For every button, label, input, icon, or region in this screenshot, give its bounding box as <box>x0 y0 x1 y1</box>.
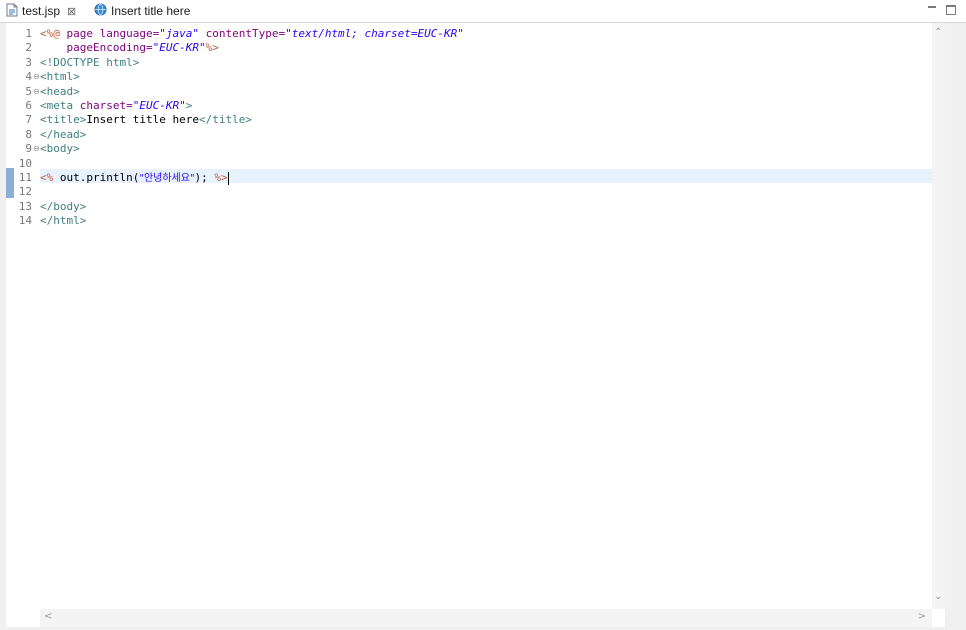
attribute-name: language= <box>99 27 160 40</box>
tab-label: test.jsp <box>22 4 61 18</box>
line-number: 12 <box>18 185 32 199</box>
statement-end: ); <box>194 171 215 184</box>
attribute-name: pageEncoding= <box>66 41 153 55</box>
line-number: 4 <box>25 70 32 84</box>
line-number: 6 <box>25 99 32 112</box>
line-number: 14 <box>18 214 32 228</box>
fold-collapse-icon[interactable]: ⊖ <box>33 142 40 156</box>
scroll-up-icon[interactable]: ⌃ <box>934 27 942 38</box>
attribute-name: charset= <box>73 99 133 112</box>
tab-test-jsp[interactable]: test.jsp ⊠ <box>0 0 88 22</box>
line-number: 9 <box>25 142 32 156</box>
code-line-6: <meta charset="EUC-KR"> <box>40 99 192 113</box>
horizontal-scrollbar[interactable]: < > <box>40 609 932 627</box>
editor-tab-bar: test.jsp ⊠ Insert title here <box>0 0 966 23</box>
line-number: 5 <box>25 84 32 98</box>
maximize-icon[interactable] <box>946 3 956 15</box>
tag-close: > <box>185 99 193 112</box>
attribute-value: "EUC-KR" <box>132 99 186 112</box>
line-number: 10 <box>18 156 32 170</box>
code-line-2: pageEncoding="EUC-KR"%> <box>40 41 219 55</box>
attribute-value: "text/html; charset=EUC-KR" <box>285 27 464 40</box>
code-line-13: </body> <box>40 199 87 213</box>
tag-open: <meta <box>40 99 74 112</box>
attribute-value: "java" <box>159 27 199 40</box>
line-number: 7 <box>25 113 32 127</box>
tag-open: <title> <box>40 113 87 127</box>
code-line-9: <body> <box>40 142 80 156</box>
code-line-4: <html> <box>40 70 80 84</box>
string-literal: "안녕하세요" <box>139 173 195 184</box>
jsp-file-icon <box>6 3 18 20</box>
globe-icon <box>94 3 107 19</box>
code-line-1: <%@ page language="java" contentType="te… <box>40 27 464 41</box>
line-number: 3 <box>25 55 32 69</box>
scroll-left-icon[interactable]: < <box>44 611 52 622</box>
jsp-directive-close: %> <box>205 41 219 55</box>
code-line-14: </html> <box>40 214 87 228</box>
line-number: 1 <box>25 27 32 40</box>
scroll-right-icon[interactable]: > <box>918 611 926 622</box>
java-statement: out.println( <box>53 171 140 184</box>
vertical-scrollbar[interactable]: ⌃ ⌄ <box>932 23 945 609</box>
code-line-11: <% out.println("안녕하세요"); %> <box>40 171 229 185</box>
scriptlet-open: <% <box>40 171 54 184</box>
line-number: 13 <box>18 199 32 213</box>
scroll-down-icon[interactable]: ⌄ <box>934 591 942 602</box>
tag-close: </title> <box>198 113 252 127</box>
minimize-icon[interactable] <box>927 3 937 15</box>
attribute-value: "EUC-KR" <box>152 41 206 55</box>
code-line-8: </head> <box>40 127 87 141</box>
jsp-directive-open: <%@ <box>40 27 60 40</box>
fold-collapse-icon[interactable]: ⊖ <box>33 85 40 99</box>
code-line-5: <head> <box>40 84 80 98</box>
line-number: 2 <box>25 41 32 55</box>
view-controls <box>927 3 956 15</box>
line-number: 8 <box>25 127 32 141</box>
title-text: Insert title here <box>86 113 199 127</box>
scriptlet-close: %> <box>214 171 228 184</box>
text-cursor <box>227 171 229 185</box>
code-editor[interactable]: 1 2 3 4 5 6 7 8 9 10 11 12 13 14 ⊖ ⊖ ⊖ <… <box>6 23 945 627</box>
code-text-area[interactable]: <%@ page language="java" contentType="te… <box>40 23 932 609</box>
line-number: 11 <box>18 171 32 184</box>
tab-label: Insert title here <box>111 4 191 18</box>
attribute-name: contentType= <box>198 27 286 40</box>
code-line-3: <!DOCTYPE html> <box>40 55 140 69</box>
close-tab-icon[interactable]: ⊠ <box>67 5 76 18</box>
tab-insert-title-here[interactable]: Insert title here <box>88 0 198 22</box>
code-line-7: <title>Insert title here</title> <box>40 113 252 127</box>
ide-window: test.jsp ⊠ Insert title here 1 2 3 4 5 6… <box>0 0 966 630</box>
directive-name: page <box>59 27 100 40</box>
fold-collapse-icon[interactable]: ⊖ <box>33 70 40 84</box>
line-number-gutter: 1 2 3 4 5 6 7 8 9 10 11 12 13 14 ⊖ ⊖ ⊖ <box>6 23 40 609</box>
